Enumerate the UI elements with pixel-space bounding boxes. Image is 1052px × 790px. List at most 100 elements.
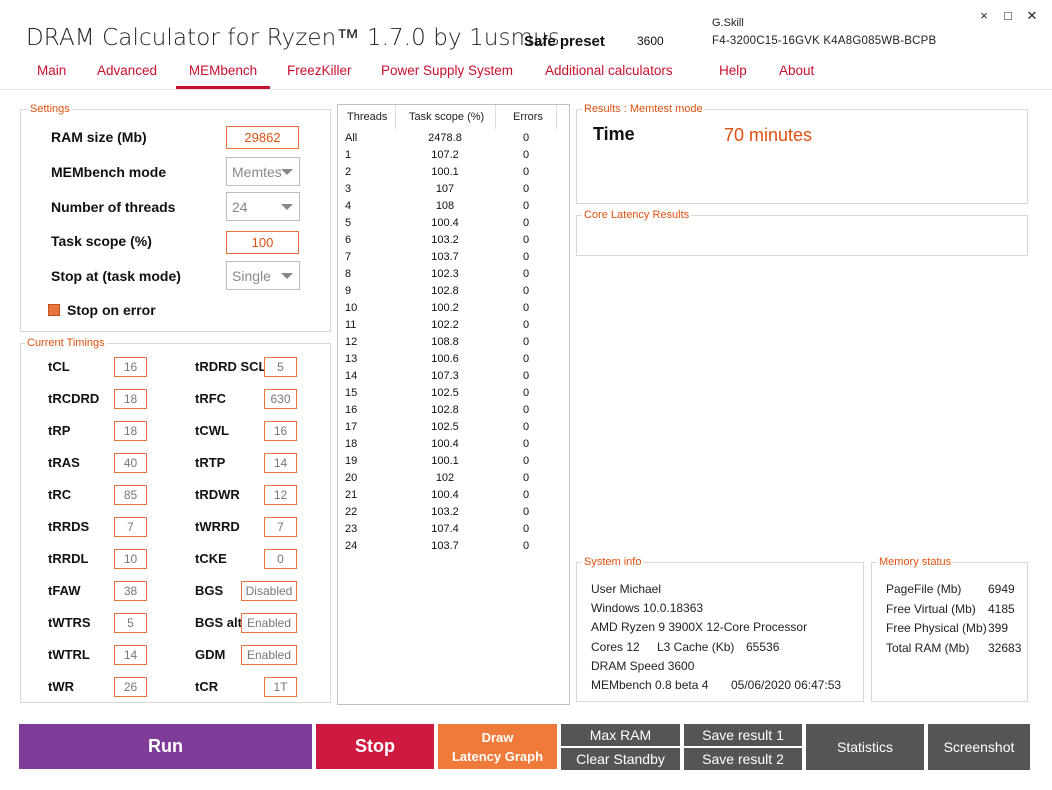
tab-about[interactable]: About	[779, 63, 814, 89]
draw-button-line2: Latency Graph	[451, 748, 544, 764]
close-icon[interactable]: ✕	[1024, 8, 1040, 24]
timing-label: tRTP	[195, 455, 226, 470]
threads-value: 24	[232, 199, 248, 215]
task-scope-value: 103.2	[431, 506, 459, 518]
tab-membench[interactable]: MEMbench	[176, 63, 270, 89]
error-count: 0	[522, 285, 530, 297]
clear-standby-button[interactable]: Clear Standby	[561, 748, 680, 770]
timing-value: 630	[264, 389, 297, 409]
memory-label: Free Physical (Mb)	[886, 621, 987, 635]
timing-value: Enabled	[241, 613, 297, 633]
system-membench-version: MEMbench 0.8 beta 4	[591, 678, 709, 692]
ram-size-input[interactable]: 29862	[226, 126, 299, 149]
task-scope-value: 102	[435, 472, 455, 484]
core-latency-group	[576, 215, 1028, 256]
stop-on-error-checkbox[interactable]	[48, 304, 60, 316]
save-result-1-button[interactable]: Save result 1	[684, 724, 802, 746]
timing-label: tCWL	[195, 423, 229, 438]
max-ram-button[interactable]: Max RAM	[561, 724, 680, 746]
error-count: 0	[522, 268, 530, 280]
thread-id: 6	[345, 234, 352, 246]
tab-advanced[interactable]: Advanced	[97, 63, 157, 89]
minimize-icon[interactable]: ×	[976, 8, 992, 23]
timing-label: tCL	[48, 359, 70, 374]
timing-label: tWRRD	[195, 519, 240, 534]
memory-status-legend: Memory status	[877, 556, 954, 568]
timing-value: Enabled	[241, 645, 297, 665]
task-scope-value: 102.5	[431, 387, 459, 399]
thread-id: 9	[345, 285, 352, 297]
run-button[interactable]: Run	[19, 724, 312, 769]
save-result-2-button[interactable]: Save result 2	[684, 748, 802, 770]
column-separator	[395, 105, 396, 129]
error-count: 0	[522, 353, 530, 365]
timing-label: tRDWR	[195, 487, 240, 502]
error-count: 0	[522, 132, 530, 144]
timing-value: 14	[114, 645, 147, 665]
memory-label: Free Virtual (Mb)	[886, 601, 976, 616]
core-latency-legend: Core Latency Results	[582, 209, 692, 221]
error-count: 0	[522, 404, 530, 416]
thread-id: 14	[345, 370, 358, 382]
thread-id: 7	[345, 251, 352, 263]
task-scope-value: 100.1	[431, 166, 459, 178]
task-scope-input[interactable]: 100	[226, 231, 299, 254]
memory-value: 6949	[988, 582, 1015, 596]
system-cpu: AMD Ryzen 9 3900X 12-Core Processor	[591, 620, 808, 634]
tab-freezkiller[interactable]: FreezKiller	[287, 63, 352, 89]
thread-id: 10	[345, 302, 358, 314]
thread-id: 3	[345, 183, 352, 195]
task-scope-value: 100.4	[431, 489, 459, 501]
preset-frequency: 3600	[637, 34, 664, 48]
thread-id: 8	[345, 268, 352, 280]
stop-at-value: Single	[232, 268, 271, 284]
timing-value: 5	[264, 357, 297, 377]
maximize-icon[interactable]: □	[1000, 8, 1016, 23]
table-header-errors: Errors	[513, 111, 543, 123]
system-info-legend: System info	[582, 556, 644, 568]
timing-label: tRC	[48, 487, 72, 502]
app-title: DRAM Calculator for Ryzen™ 1.7.0 by 1usm…	[26, 25, 560, 51]
error-count: 0	[522, 149, 530, 161]
tab-divider	[0, 89, 1052, 90]
membench-mode-select[interactable]: Memtes	[226, 157, 300, 186]
preset-label: Safe preset	[524, 33, 605, 50]
error-count: 0	[522, 438, 530, 450]
stop-at-select[interactable]: Single	[226, 261, 300, 290]
timing-label: GDM	[195, 647, 226, 662]
screenshot-button[interactable]: Screenshot	[928, 724, 1030, 770]
timing-label: tRCDRD	[48, 391, 100, 406]
error-count: 0	[522, 234, 530, 246]
system-os: Windows 10.0.18363	[591, 601, 704, 615]
tab-additional-calculators[interactable]: Additional calculators	[545, 63, 673, 89]
tab-power-supply-system[interactable]: Power Supply System	[381, 63, 513, 89]
system-cores: Cores 12	[591, 640, 640, 654]
timing-label: tRFC	[195, 391, 227, 406]
timing-label: BGS alt	[195, 615, 242, 630]
tab-main[interactable]: Main	[37, 63, 66, 89]
error-count: 0	[522, 421, 530, 433]
column-separator	[495, 105, 496, 129]
table-header-threads: Threads	[347, 111, 388, 123]
thread-id: 1	[345, 149, 352, 161]
results-legend: Results : Memtest mode	[582, 103, 705, 115]
tab-help[interactable]: Help	[719, 63, 747, 89]
draw-latency-graph-button[interactable]: Draw Latency Graph	[438, 724, 557, 769]
timing-value: 18	[114, 389, 147, 409]
error-count: 0	[522, 166, 530, 178]
task-scope-value: 100.4	[431, 438, 459, 450]
timing-label: tCR	[195, 679, 219, 694]
thread-id: 13	[345, 353, 358, 365]
memory-value: 4185	[988, 601, 1015, 616]
task-scope-value: 102.5	[431, 421, 459, 433]
statistics-button[interactable]: Statistics	[806, 724, 924, 770]
ram-part-number: F4-3200C15-16GVK K4A8G085WB-BCPB	[712, 35, 937, 47]
thread-id: 11	[345, 319, 357, 331]
timing-label: tCKE	[195, 551, 227, 566]
timing-value: 85	[114, 485, 147, 505]
timing-label: BGS	[195, 583, 224, 598]
stop-button[interactable]: Stop	[316, 724, 434, 769]
thread-id: 21	[345, 489, 358, 501]
timing-value: 5	[114, 613, 147, 633]
threads-select[interactable]: 24	[226, 192, 300, 221]
